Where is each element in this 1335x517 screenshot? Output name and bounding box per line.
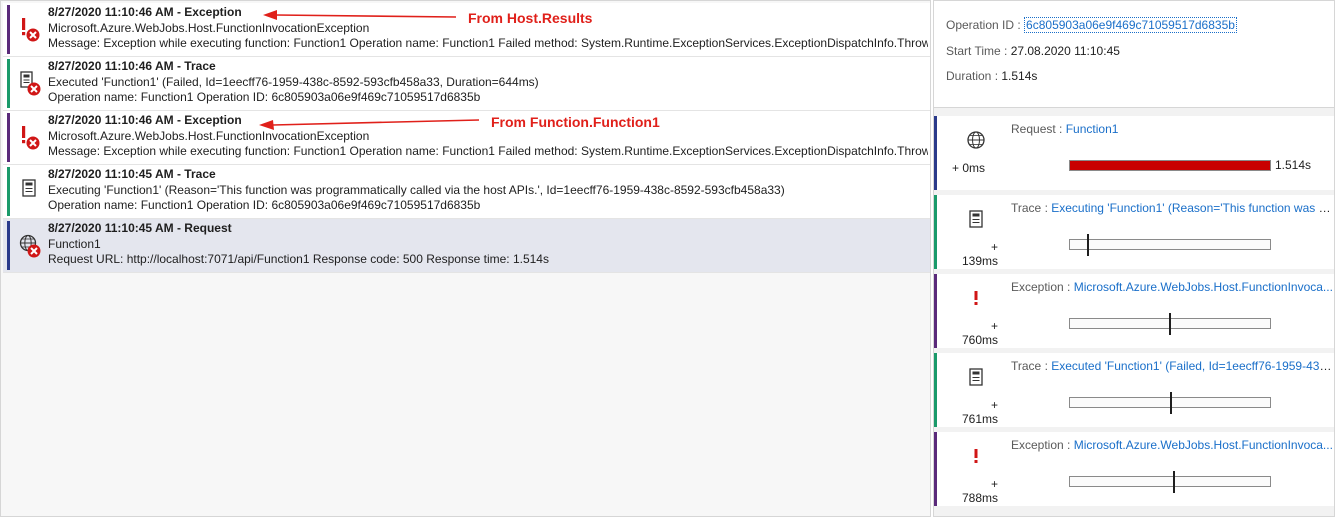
event-title: 8/27/2020 11:10:45 AM - Request	[48, 221, 232, 235]
request-globe-error-icon	[19, 233, 43, 259]
timeline-offset-text: + 0ms	[952, 161, 986, 175]
timeline-kind-label: Request :	[1011, 122, 1063, 136]
operation-id-label: Operation ID :	[946, 18, 1021, 32]
timeline-title: Request : Function1	[1011, 122, 1333, 136]
timeline-title: Exception : Microsoft.Azure.WebJobs.Host…	[1011, 280, 1333, 294]
timeline-offset-text: + 139ms	[961, 240, 998, 268]
timeline-card-request[interactable]: Request : Function1 + 0ms 1.514s	[934, 116, 1334, 190]
start-time-value: 27.08.2020 11:10:45	[1010, 44, 1120, 58]
timeline-kind-bar	[934, 116, 937, 190]
duration-label: Duration :	[946, 69, 999, 83]
operation-id-link[interactable]: 6c805903a06e9f469c71059517d6835b	[1024, 17, 1237, 33]
operation-summary: Operation ID : 6c805903a06e9f469c7105951…	[934, 1, 1334, 108]
annotation-arrow-2	[272, 119, 480, 126]
timeline-kind-bar	[934, 432, 937, 506]
timeline-link[interactable]: Microsoft.Azure.WebJobs.Host.FunctionInv…	[1074, 280, 1333, 294]
timeline-tick	[1169, 313, 1172, 335]
annotation-arrowhead-2	[259, 120, 274, 130]
event-summary: Function1	[48, 237, 101, 251]
timeline-link[interactable]: Executed 'Function1' (Failed, Id=1eecff7…	[1051, 359, 1333, 373]
timeline-card-exception[interactable]: Exception : Microsoft.Azure.WebJobs.Host…	[934, 432, 1334, 506]
timeline-card-trace[interactable]: Trace : Executing 'Function1' (Reason='T…	[934, 195, 1334, 269]
timeline-tick	[1087, 234, 1090, 256]
timeline-offset-text: + 788ms	[961, 477, 998, 505]
operation-id-row: Operation ID : 6c805903a06e9f469c7105951…	[946, 17, 1237, 33]
globe-icon	[964, 128, 988, 152]
timeline-fill	[1070, 161, 1270, 170]
exclamation-icon	[964, 286, 988, 310]
start-time-row: Start Time : 27.08.2020 11:10:45	[946, 44, 1120, 58]
timeline-title: Exception : Microsoft.Azure.WebJobs.Host…	[1011, 438, 1333, 452]
timeline-kind-label: Exception :	[1011, 280, 1071, 294]
timeline-offset-text: + 761ms	[961, 398, 998, 426]
timeline-link[interactable]: Microsoft.Azure.WebJobs.Host.FunctionInv…	[1074, 438, 1333, 452]
timeline-track	[1069, 160, 1271, 171]
duration-row: Duration : 1.514s	[946, 69, 1037, 83]
timeline-track	[1069, 234, 1271, 256]
timeline-track	[1069, 392, 1271, 414]
timeline-card-trace[interactable]: Trace : Executed 'Function1' (Failed, Id…	[934, 353, 1334, 427]
timeline-link[interactable]: Executing 'Function1' (Reason='This func…	[1051, 201, 1333, 215]
annotation-arrows	[259, 10, 480, 130]
operation-details-panel: Operation ID : 6c805903a06e9f469c7105951…	[933, 0, 1335, 517]
trace-icon	[964, 365, 988, 389]
trace-icon	[964, 207, 988, 231]
annotation-arrow-1	[275, 14, 457, 18]
timeline-tick	[1173, 471, 1176, 493]
timeline-title: Trace : Executing 'Function1' (Reason='T…	[1011, 201, 1333, 215]
timeline-kind-label: Trace :	[1011, 201, 1048, 215]
timeline-card-exception[interactable]: Exception : Microsoft.Azure.WebJobs.Host…	[934, 274, 1334, 348]
timeline-tick	[1169, 392, 1172, 414]
event-list-panel: 8/27/2020 11:10:46 AM - Exception Micros…	[0, 0, 931, 517]
annotation-arrowhead-1	[263, 10, 277, 20]
event-kind-bar	[7, 221, 10, 270]
timeline-offset-text: + 760ms	[961, 319, 998, 347]
timeline-link[interactable]: Function1	[1066, 122, 1119, 136]
timeline-kind-bar	[934, 195, 937, 269]
timeline-title: Trace : Executed 'Function1' (Failed, Id…	[1011, 359, 1333, 373]
timeline-kind-bar	[934, 353, 937, 427]
timeline-track	[1069, 313, 1271, 335]
annotation-host-results: From Host.Results	[468, 10, 593, 26]
exclamation-icon	[964, 444, 988, 468]
timeline-duration: 1.514s	[1275, 158, 1312, 172]
timeline-kind-label: Trace :	[1011, 359, 1048, 373]
start-time-label: Start Time :	[946, 44, 1008, 58]
timeline-kind-label: Exception :	[1011, 438, 1071, 452]
timeline-track	[1069, 471, 1271, 493]
timeline-kind-bar	[934, 274, 937, 348]
annotation-function-function1: From Function.Function1	[491, 114, 660, 130]
event-details: Request URL: http://localhost:7071/api/F…	[48, 252, 549, 266]
event-row-request[interactable]: 8/27/2020 11:10:45 AM - Request Function…	[3, 219, 930, 273]
duration-value: 1.514s	[1001, 69, 1038, 83]
